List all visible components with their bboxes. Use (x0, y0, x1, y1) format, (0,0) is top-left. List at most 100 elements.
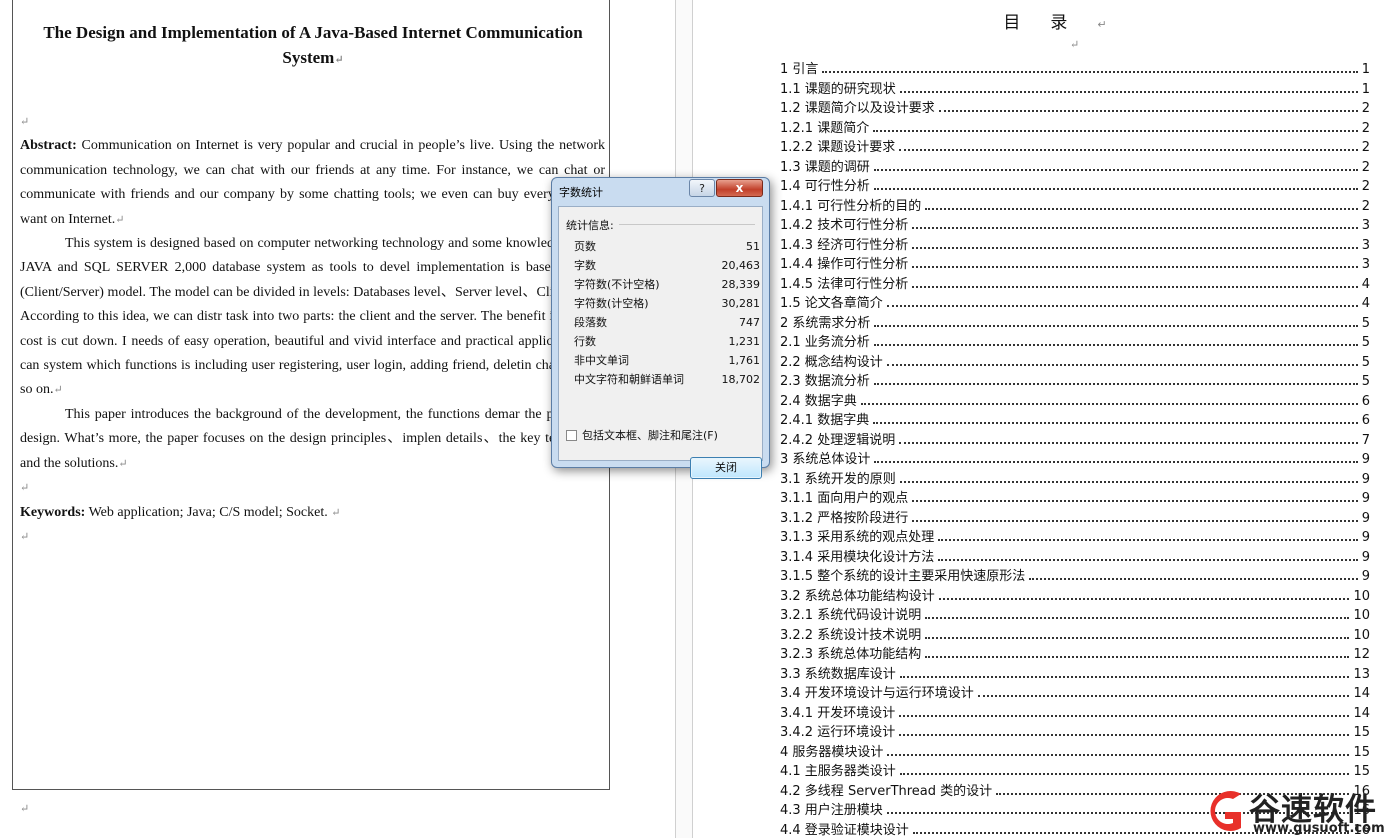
toc-entry[interactable]: 2 系统需求分析5 (780, 314, 1370, 334)
toc-entry[interactable]: 1.4.2 技术可行性分析 3 (780, 216, 1370, 236)
toc-entry-label: 1.5 论文各章简介 (780, 294, 885, 314)
toc-leader-dots (912, 496, 1358, 502)
toc-entry[interactable]: 3.1.1 面向用户的观点9 (780, 489, 1370, 509)
include-textboxes-checkbox[interactable] (566, 430, 577, 441)
toc-leader-dots (874, 165, 1358, 171)
toc-leader-dots (874, 321, 1357, 327)
toc-entry[interactable]: 3.4.2 运行环境设计15 (780, 723, 1370, 743)
statistics-table: 页数51字数20,463字符数(不计空格)28,339字符数(计空格)30,28… (574, 237, 760, 389)
toc-entry[interactable]: 1.4.4 操作可行性分析 3 (780, 255, 1370, 275)
toc-entry-label: 3.1 系统开发的原则 (780, 470, 898, 490)
toc-entry-label: 1.4.2 技术可行性分析 (780, 216, 910, 236)
toc-entry[interactable]: 1.2.1 课题简介2 (780, 119, 1370, 139)
dialog-titlebar[interactable]: 字数统计 ? x (552, 178, 769, 204)
toc-entry-page: 4 (1362, 275, 1370, 295)
toc-entry[interactable]: 1.4.5 法律可行性分析4 (780, 275, 1370, 295)
stat-value: 1,761 (729, 351, 761, 370)
toc-entry-page: 9 (1362, 470, 1370, 490)
toc-entry-label: 3.4 开发环境设计与运行环境设计 (780, 684, 976, 704)
toc-entry-page: 1 (1362, 80, 1370, 100)
toc-entry[interactable]: 2.2 概念结构设计5 (780, 353, 1370, 373)
toc-entry-page: 9 (1362, 548, 1370, 568)
toc-entry[interactable]: 2.4.2 处理逻辑说明7 (780, 431, 1370, 451)
close-window-button[interactable]: x (716, 179, 763, 197)
toc-entry-label: 1.4.1 可行性分析的目的 (780, 197, 923, 217)
paragraph-mark: ↵ (53, 384, 62, 396)
toc-leader-dots (900, 477, 1358, 483)
toc-entry[interactable]: 3.1.2 严格按阶段进行9 (780, 509, 1370, 529)
toc-entry-page: 3 (1362, 236, 1370, 256)
toc-entry-page: 10 (1353, 587, 1370, 607)
word-count-dialog[interactable]: 字数统计 ? x 统计信息: 页数51字数20,463字符数(不计空格)28,3… (551, 177, 770, 468)
toc-leader-dots (899, 145, 1358, 151)
toc-entry[interactable]: 1.4.1 可行性分析的目的2 (780, 197, 1370, 217)
toc-entry[interactable]: 1.3 课题的调研2 (780, 158, 1370, 178)
stat-value: 28,339 (722, 275, 761, 294)
toc-entry-label: 3.1.5 整个系统的设计主要采用快速原形法 (780, 567, 1027, 587)
toc-leader-dots (912, 223, 1358, 229)
paragraph-mark: ↵ (20, 802, 29, 815)
toc-entry[interactable]: 3.2.3 系统总体功能结构12 (780, 645, 1370, 665)
toc-entry[interactable]: 1.2.2 课题设计要求2 (780, 138, 1370, 158)
include-textboxes-option[interactable]: 包括文本框、脚注和尾注(F) (566, 427, 718, 443)
toc-entry-label: 1.4.4 操作可行性分析 (780, 255, 910, 275)
toc-entry[interactable]: 1.1 课题的研究现状1 (780, 80, 1370, 100)
include-textboxes-label[interactable]: 包括文本框、脚注和尾注(F) (582, 427, 718, 443)
toc-entry[interactable]: 3.4.1 开发环境设计14 (780, 704, 1370, 724)
toc-entry[interactable]: 3.3 系统数据库设计13 (780, 665, 1370, 685)
toc-entry[interactable]: 1.5 论文各章简介4 (780, 294, 1370, 314)
toc-entry[interactable]: 1.4 可行性分析 2 (780, 177, 1370, 197)
toc-entry[interactable]: 3.1.3 采用系统的观点处理9 (780, 528, 1370, 548)
system-paragraph-text: This system is designed based on compute… (20, 236, 605, 397)
toc-entry[interactable]: 1 引言1 (780, 60, 1370, 80)
toc-entry-page: 2 (1362, 138, 1370, 158)
toc-entry-page: 15 (1353, 743, 1370, 763)
stat-row: 页数51 (574, 237, 760, 256)
toc-entry[interactable]: 3.2.2 系统设计技术说明10 (780, 626, 1370, 646)
close-button[interactable]: 关闭 (690, 457, 762, 479)
toc-entry[interactable]: 3.4 开发环境设计与运行环境设计14 (780, 684, 1370, 704)
stat-row: 字符数(不计空格)28,339 (574, 275, 760, 294)
toc-entry-page: 3 (1362, 216, 1370, 236)
help-button[interactable]: ? (689, 179, 715, 197)
close-icon: x (736, 181, 744, 195)
help-icon: ? (699, 182, 705, 195)
toc-leader-dots (874, 457, 1357, 463)
table-of-contents[interactable]: 1 引言11.1 课题的研究现状11.2 课题简介以及设计要求21.2.1 课题… (780, 60, 1370, 840)
abstract-label: Abstract: (20, 138, 77, 153)
toc-entry[interactable]: 2.3 数据流分析5 (780, 372, 1370, 392)
toc-entry-label: 4.4 登录验证模块设计 (780, 821, 911, 840)
toc-entry[interactable]: 4 服务器模块设计 15 (780, 743, 1370, 763)
toc-entry[interactable]: 1.4.3 经济可行性分析3 (780, 236, 1370, 256)
toc-entry[interactable]: 2.4 数据字典6 (780, 392, 1370, 412)
toc-leader-dots (912, 243, 1358, 249)
toc-entry-label: 3.1.4 采用模块化设计方法 (780, 548, 936, 568)
toc-leader-dots (873, 126, 1358, 132)
toc-entry-label: 4 服务器模块设计 (780, 743, 885, 763)
paragraph-mark: ↵ (20, 531, 29, 543)
toc-entry-page: 3 (1362, 255, 1370, 275)
paragraph-mark: ↵ (20, 482, 29, 494)
toc-entry-page: 6 (1362, 392, 1370, 412)
toc-entry-page: 2 (1362, 177, 1370, 197)
toc-entry[interactable]: 3 系统总体设计9 (780, 450, 1370, 470)
gusu-logo-icon (1201, 786, 1247, 836)
toc-entry-page: 5 (1362, 333, 1370, 353)
stat-row: 中文字符和朝鲜语单词18,702 (574, 370, 760, 389)
toc-entry[interactable]: 2.4.1 数据字典6 (780, 411, 1370, 431)
toc-entry-page: 9 (1362, 450, 1370, 470)
toc-entry-page: 2 (1362, 99, 1370, 119)
toc-entry[interactable]: 3.1.5 整个系统的设计主要采用快速原形法9 (780, 567, 1370, 587)
toc-entry[interactable]: 3.2 系统总体功能结构设计10 (780, 587, 1370, 607)
toc-entry[interactable]: 2.1 业务流分析5 (780, 333, 1370, 353)
toc-entry[interactable]: 1.2 课题简介以及设计要求2 (780, 99, 1370, 119)
abstract-body[interactable]: ↵ Abstract: Communication on Internet is… (20, 110, 605, 549)
toc-leader-dots (861, 399, 1358, 405)
toc-leader-dots (939, 106, 1358, 112)
toc-entry[interactable]: 3.1 系统开发的原则 9 (780, 470, 1370, 490)
stat-row: 非中文单词1,761 (574, 351, 760, 370)
toc-entry[interactable]: 3.1.4 采用模块化设计方法 9 (780, 548, 1370, 568)
toc-entry[interactable]: 3.2.1 系统代码设计说明10 (780, 606, 1370, 626)
toc-entry-label: 1.4 可行性分析 (780, 177, 872, 197)
toc-entry[interactable]: 4.1 主服务器类设计15 (780, 762, 1370, 782)
